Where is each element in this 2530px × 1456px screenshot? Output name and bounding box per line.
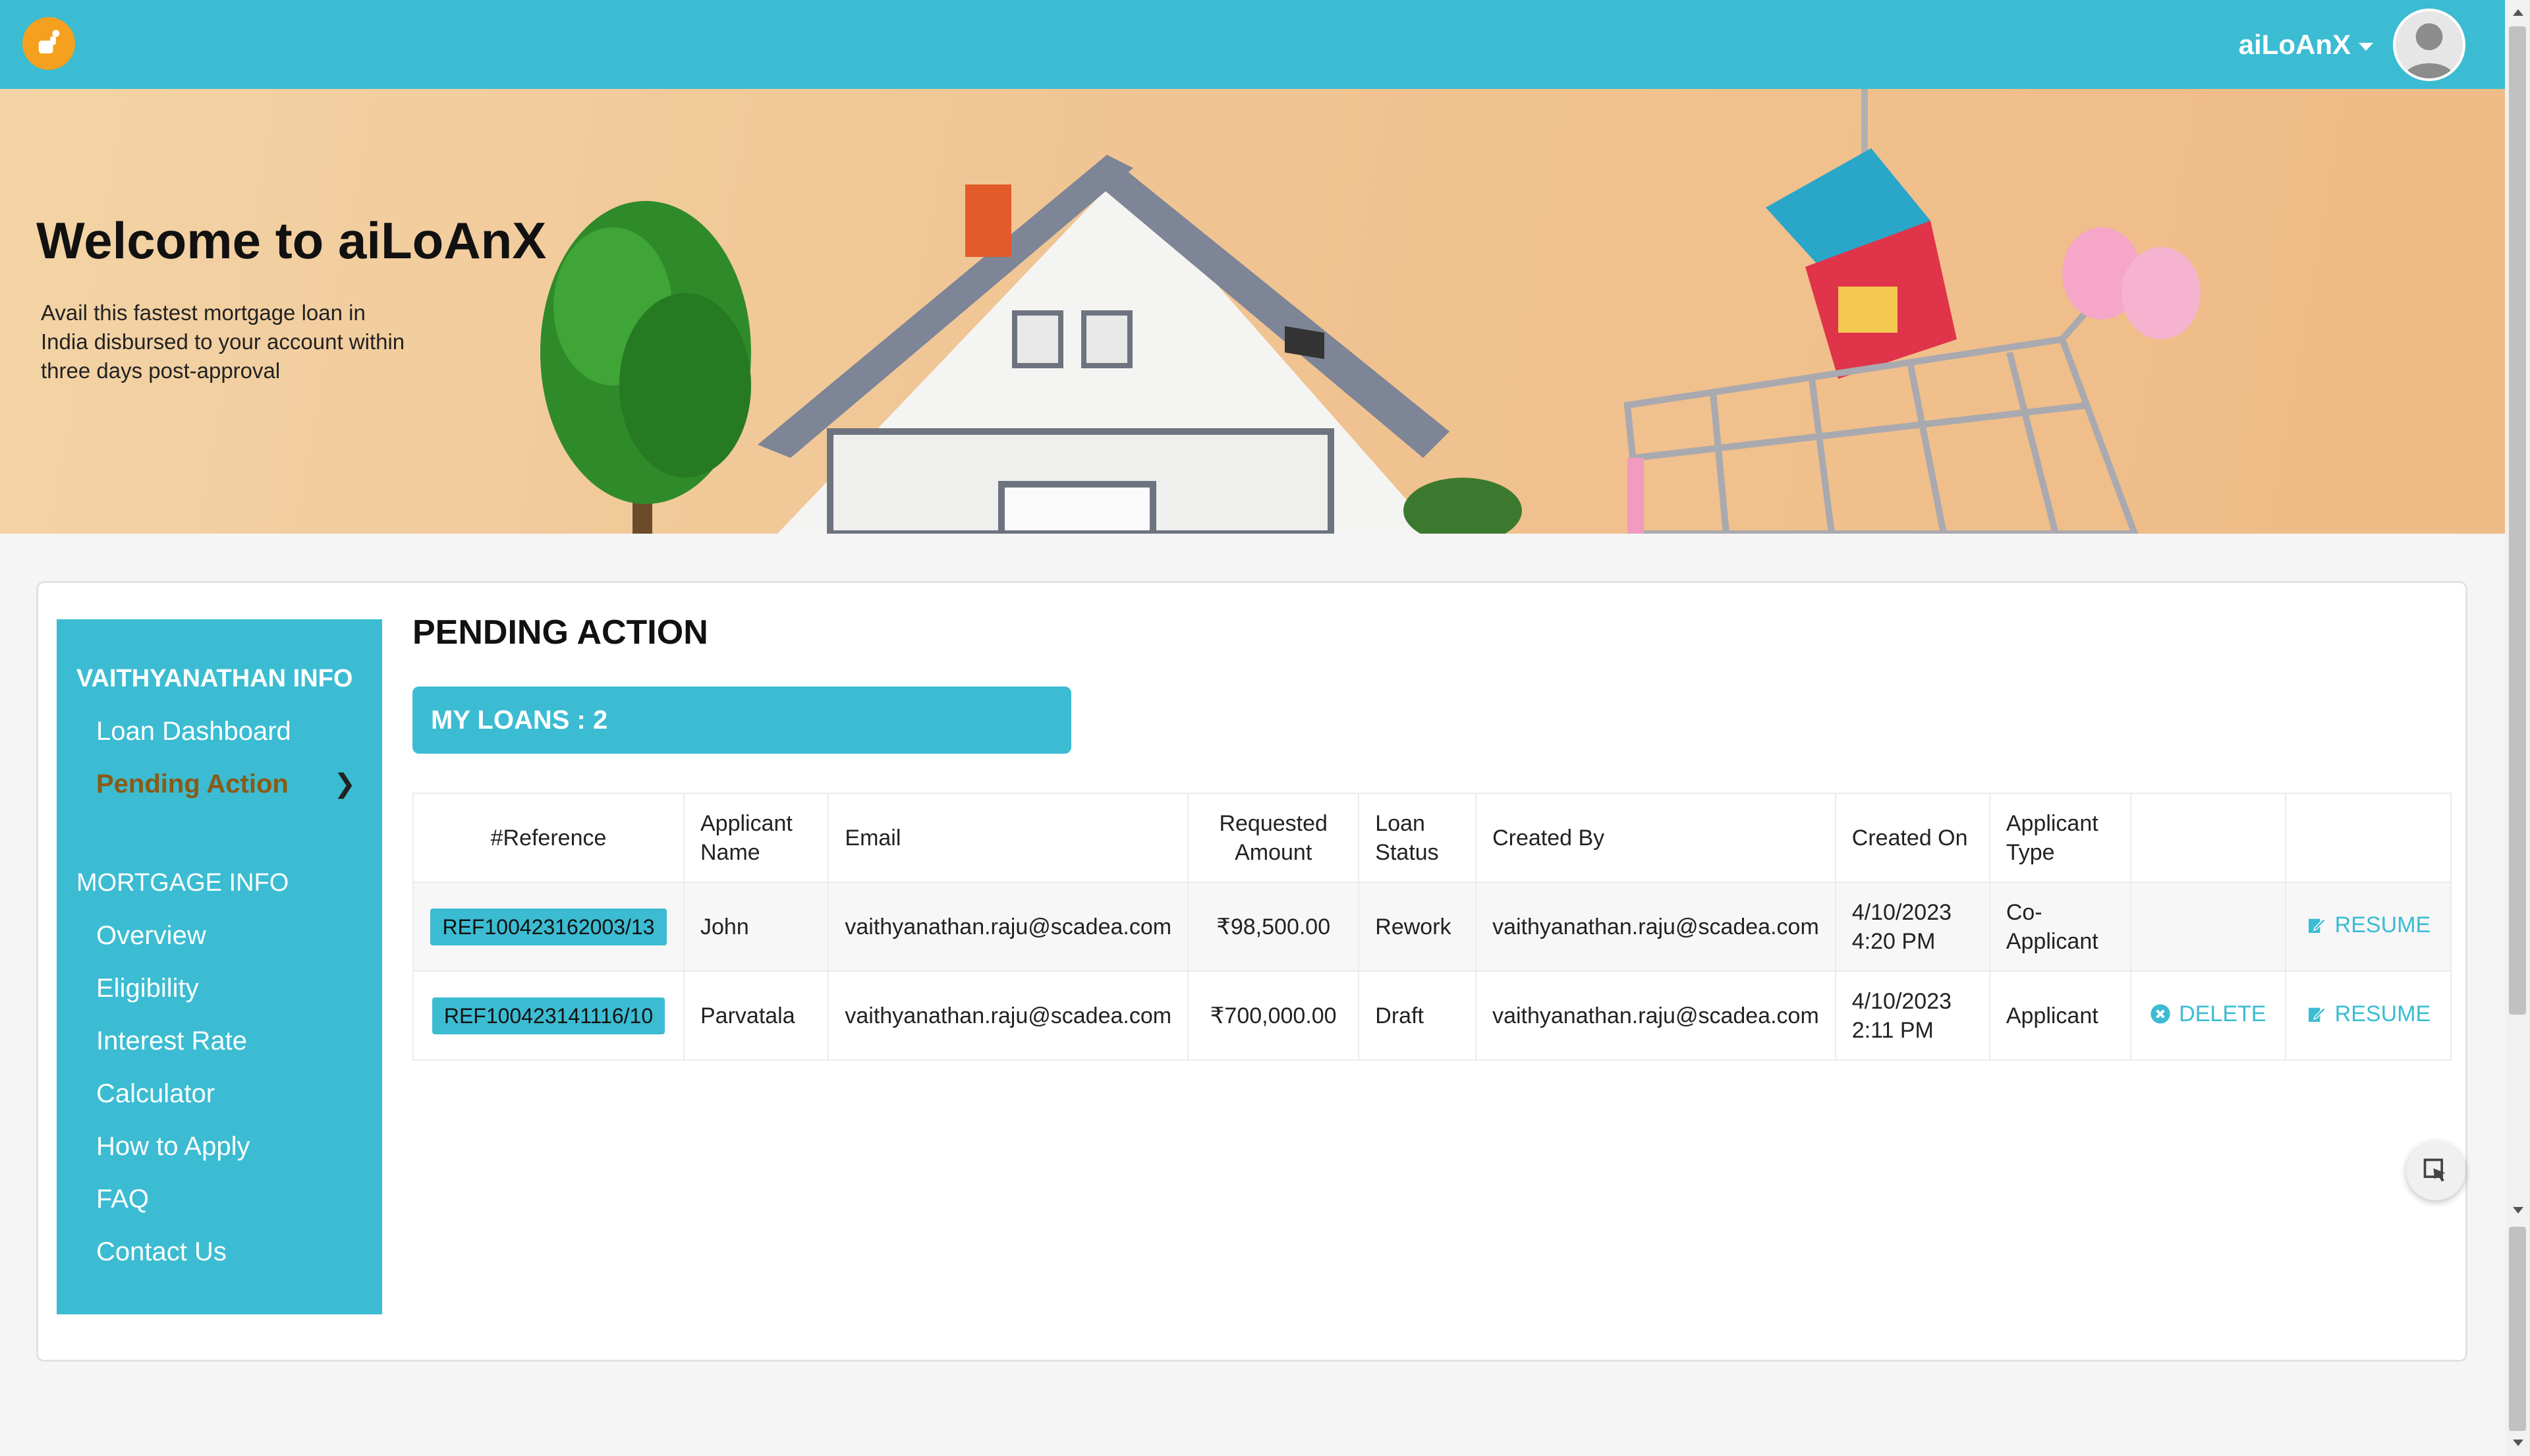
cursor-select-button[interactable] — [2406, 1141, 2465, 1200]
sidebar-item-label: Interest Rate — [96, 1026, 248, 1055]
table-header-row: #Reference Applicant Name Email Requeste… — [412, 793, 2452, 883]
amount-cell: ₹98,500.00 — [1187, 882, 1360, 972]
created-on-cell: 4/10/2023 4:20 PM — [1834, 882, 1990, 972]
scroll-up-arrow-icon[interactable] — [2513, 9, 2523, 16]
banner-title: Welcome to aiLoAnX — [36, 211, 547, 269]
delete-label: DELETE — [2179, 1001, 2266, 1026]
delete-cell: DELETE — [2129, 970, 2286, 1061]
sidebar-item-label: Overview — [96, 921, 206, 950]
hero-banner: Welcome to aiLoAnX Avail this fastest mo… — [0, 89, 2505, 534]
resume-label: RESUME — [2334, 1001, 2431, 1026]
table-row: REF100423162003/13 John vaithyanathan.ra… — [412, 882, 2452, 972]
inner-scroll-down-arrow-icon[interactable] — [2513, 1440, 2523, 1446]
sidebar-item-how-to-apply[interactable]: How to Apply — [57, 1120, 382, 1173]
page-scrollbar[interactable] — [2505, 0, 2530, 1456]
sidebar-item-interest-rate[interactable]: Interest Rate — [57, 1015, 382, 1067]
email-cell: vaithyanathan.raju@scadea.com — [828, 882, 1189, 972]
banner-tagline: Avail this fastest mortgage loan in Indi… — [41, 300, 405, 383]
sidebar-item-label: How to Apply — [96, 1132, 250, 1161]
sidebar-item-overview[interactable]: Overview — [57, 909, 382, 962]
sidebar-item-calculator[interactable]: Calculator — [57, 1067, 382, 1120]
column-header-reference: #Reference — [412, 793, 685, 883]
status-cell: Rework — [1358, 882, 1477, 972]
created-by-cell: vaithyanathan.raju@scadea.com — [1475, 970, 1836, 1061]
sidebar-item-pending-action[interactable]: Pending Action ❯ — [57, 758, 382, 810]
scroll-thumb[interactable] — [2509, 26, 2526, 1015]
sidebar-item-eligibility[interactable]: Eligibility — [57, 962, 382, 1015]
sidebar-heading-user-info: VAITHYANATHAN INFO — [76, 665, 353, 692]
user-avatar-icon[interactable] — [2393, 9, 2465, 81]
chevron-right-icon: ❯ — [333, 770, 356, 798]
user-menu[interactable]: aiLoAnX — [2239, 8, 2465, 82]
created-on-date: 4/10/2023 — [1851, 899, 1952, 925]
sidebar-item-loan-dashboard[interactable]: Loan Dashboard — [57, 705, 382, 758]
applicant-type-cell: Applicant — [1988, 970, 2131, 1061]
logo[interactable] — [22, 17, 75, 70]
sidebar-heading-mortgage-info: MORTGAGE INFO — [76, 869, 289, 897]
email-cell: vaithyanathan.raju@scadea.com — [828, 970, 1189, 1061]
resume-label: RESUME — [2334, 912, 2431, 938]
table-row: REF100423141116/10 Parvatala vaithyanath… — [412, 970, 2452, 1061]
sidebar-item-label: Contact Us — [96, 1237, 227, 1266]
house-icon — [758, 155, 1449, 534]
edit-icon — [2308, 1007, 2326, 1022]
user-name: aiLoAnX — [2238, 29, 2351, 60]
amount-cell: ₹700,000.00 — [1187, 970, 1360, 1061]
created-on-cell: 4/10/2023 2:11 PM — [1834, 970, 1990, 1061]
column-header-applicant-name: Applicant Name — [683, 793, 829, 883]
close-circle-icon — [2150, 1004, 2170, 1024]
tree-icon — [540, 201, 751, 534]
applicant-type-cell: Co-Applicant — [1988, 882, 2131, 972]
sidebar-item-faq[interactable]: FAQ — [57, 1173, 382, 1225]
sidebar-item-label: Loan Dashboard — [96, 717, 291, 746]
resume-button[interactable]: RESUME — [2306, 910, 2431, 939]
sidebar: VAITHYANATHAN INFO Loan Dashboard Pendin… — [57, 619, 382, 1314]
caret-down-icon — [2359, 43, 2373, 51]
applicant-name-cell: Parvatala — [683, 970, 829, 1061]
resume-button[interactable]: RESUME — [2306, 999, 2431, 1028]
created-on-time: 2:11 PM — [1851, 1017, 1934, 1043]
sidebar-item-label: FAQ — [96, 1185, 150, 1214]
created-on-time: 4:20 PM — [1851, 928, 1936, 954]
status-cell: Draft — [1358, 970, 1477, 1061]
delete-button[interactable]: DELETE — [2150, 999, 2266, 1028]
resume-cell: RESUME — [2284, 970, 2452, 1061]
column-header-resume — [2284, 793, 2452, 883]
page-title: PENDING ACTION — [412, 613, 708, 652]
sidebar-item-label: Pending Action — [96, 770, 289, 798]
column-header-email: Email — [828, 793, 1189, 883]
column-header-delete — [2129, 793, 2286, 883]
reference-badge[interactable]: REF100423141116/10 — [432, 997, 665, 1034]
top-bar: aiLoAnX — [0, 0, 2505, 89]
created-on-date: 4/10/2023 — [1851, 988, 1952, 1014]
column-header-applicant-type: Applicant Type — [1988, 793, 2131, 883]
cursor-select-icon — [2423, 1158, 2446, 1182]
created-by-cell: vaithyanathan.raju@scadea.com — [1475, 882, 1836, 972]
column-header-loan-status: Loan Status — [1358, 793, 1477, 883]
my-loans-count-bar: MY LOANS : 2 — [412, 686, 1071, 754]
delete-cell — [2129, 882, 2286, 972]
sidebar-item-label: Calculator — [96, 1079, 215, 1108]
column-header-created-on: Created On — [1834, 793, 1990, 883]
inner-scroll-thumb[interactable] — [2509, 1227, 2526, 1431]
main-card: VAITHYANATHAN INFO Loan Dashboard Pendin… — [36, 581, 2467, 1362]
sidebar-item-contact-us[interactable]: Contact Us — [57, 1225, 382, 1278]
scroll-down-arrow-icon[interactable] — [2513, 1207, 2523, 1214]
pending-loans-table: #Reference Applicant Name Email Requeste… — [412, 793, 2452, 1061]
resume-cell: RESUME — [2284, 882, 2452, 972]
applicant-name-cell: John — [683, 882, 829, 972]
hand-coins-icon — [38, 30, 60, 54]
column-header-requested-amount: Requested Amount — [1187, 793, 1360, 883]
edit-icon — [2308, 918, 2326, 933]
reference-badge[interactable]: REF100423162003/13 — [430, 908, 667, 945]
keychain-house-icon — [1766, 89, 1957, 379]
column-header-created-by: Created By — [1475, 793, 1836, 883]
user-menu-toggle[interactable]: aiLoAnX — [2239, 29, 2373, 61]
sidebar-item-label: Eligibility — [96, 974, 199, 1003]
applicant-type-text: Co-Applicant — [2006, 899, 2098, 954]
